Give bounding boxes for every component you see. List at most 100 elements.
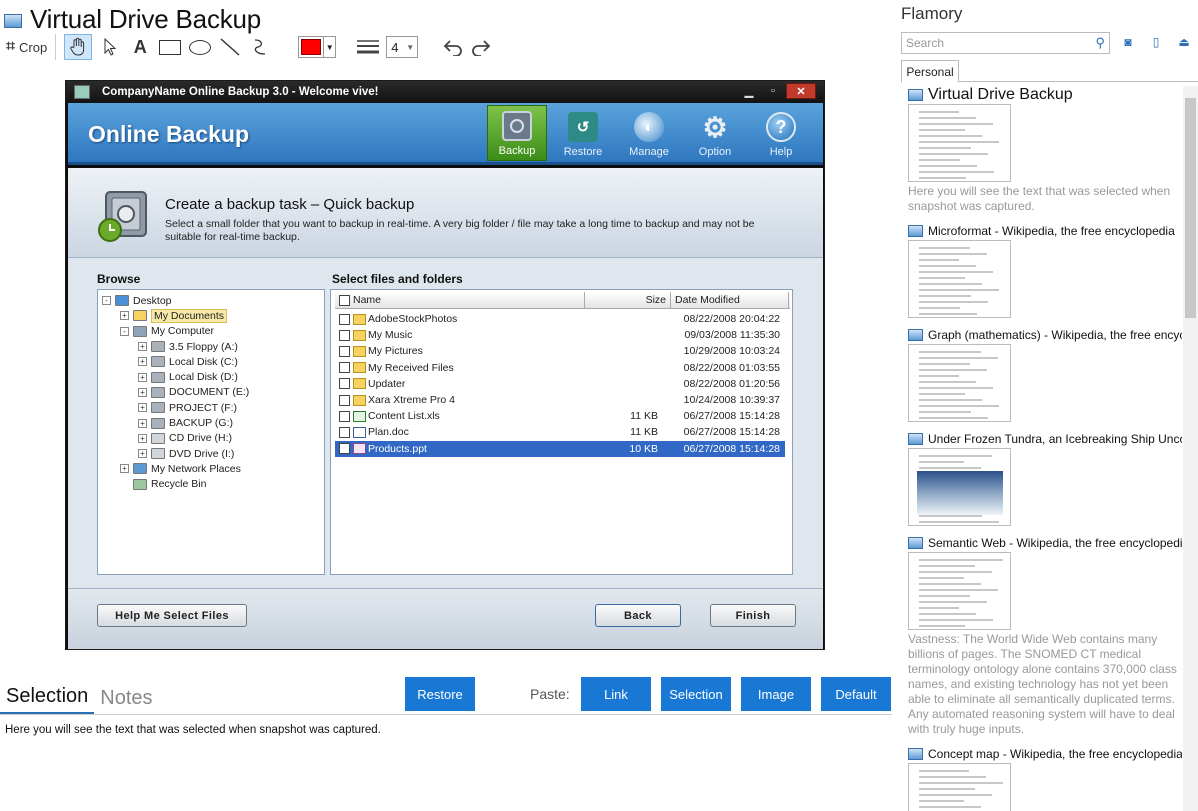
scrollbar[interactable] bbox=[1183, 86, 1198, 811]
folder-tree: - Desktop + My Documents - My Computer +3.5 Fl… bbox=[97, 289, 325, 575]
rectangle-tool-button[interactable] bbox=[158, 34, 182, 60]
paste-default-button[interactable]: Default bbox=[821, 677, 891, 711]
task-heading: Create a backup task – Quick backup bbox=[165, 196, 415, 213]
snapshot-thumbnail[interactable] bbox=[908, 448, 1011, 526]
color-swatch bbox=[301, 39, 322, 55]
freehand-tool-button[interactable] bbox=[248, 34, 272, 60]
line-tool-button[interactable] bbox=[218, 34, 242, 60]
task-header: Create a backup task – Quick backup Sele… bbox=[68, 168, 823, 258]
text-line bbox=[919, 559, 1003, 561]
snapshot-icon bbox=[908, 433, 923, 445]
restore-button[interactable]: Restore bbox=[405, 677, 475, 711]
divider bbox=[0, 714, 892, 715]
text-tool-button[interactable]: A bbox=[128, 34, 152, 60]
page-title: Virtual Drive Backup bbox=[30, 3, 262, 34]
redo-button[interactable] bbox=[470, 34, 494, 60]
text-line bbox=[919, 577, 964, 579]
tree-item-label: PROJECT (F:) bbox=[169, 401, 238, 414]
file-name: Updater bbox=[368, 377, 406, 390]
file-name: My Pictures bbox=[368, 345, 423, 358]
file-row: Products.ppt 10 KB 06/27/2008 15:14:28 bbox=[335, 440, 785, 457]
collapse-icon[interactable]: ⏏ bbox=[1176, 34, 1192, 50]
pointer-tool-button[interactable] bbox=[98, 34, 122, 60]
text-line bbox=[919, 399, 982, 401]
snapshot-thumbnail[interactable] bbox=[908, 552, 1011, 630]
snapshot-item[interactable]: Virtual Drive Backup Here you will see th… bbox=[908, 86, 1182, 214]
snapshot-thumbnail[interactable] bbox=[908, 763, 1011, 811]
snapshot-item[interactable]: Graph (mathematics) - Wikipedia, the fre… bbox=[908, 326, 1182, 422]
text-line bbox=[919, 159, 960, 161]
tree-item-label: BACKUP (G:) bbox=[169, 417, 233, 430]
snapshot-item[interactable]: Under Frozen Tundra, an Icebreaking Ship… bbox=[908, 430, 1182, 526]
tab-notes[interactable]: Notes bbox=[94, 687, 158, 714]
undo-button[interactable] bbox=[440, 34, 464, 60]
search-icon[interactable]: ⚲ bbox=[1095, 35, 1105, 51]
file-date: 08/22/2008 01:03:55 bbox=[683, 361, 780, 374]
text-line bbox=[919, 800, 964, 802]
paste-link-button[interactable]: Link bbox=[581, 677, 651, 711]
scrollbar-thumb[interactable] bbox=[1185, 98, 1196, 318]
text-line bbox=[919, 171, 994, 173]
ship-photo bbox=[917, 471, 1003, 515]
crop-button[interactable]: ⌗ Crop bbox=[6, 34, 47, 60]
tab-personal[interactable]: Personal bbox=[901, 60, 959, 82]
sidebar-title: Flamory bbox=[901, 4, 963, 23]
snapshot-thumbnail[interactable] bbox=[908, 240, 1011, 318]
tree-item: +3.5 Floppy (A:) bbox=[98, 339, 324, 354]
text-line bbox=[919, 369, 987, 371]
app-banner: Online Backup Backup ↺ Restore ◐ Manage … bbox=[68, 103, 823, 165]
crop-label: Crop bbox=[19, 39, 48, 55]
paste-image-button[interactable]: Image bbox=[741, 677, 811, 711]
paste-selection-button[interactable]: Selection bbox=[661, 677, 731, 711]
snapshot-item[interactable]: Concept map - Wikipedia, the free encycl… bbox=[908, 745, 1182, 811]
finish-button: Finish bbox=[710, 604, 796, 627]
text-line bbox=[919, 417, 988, 419]
tree-item: + BACKUP (G:) bbox=[98, 415, 324, 430]
tree-item: + Local Disk (C:) bbox=[98, 354, 324, 369]
checkbox bbox=[339, 329, 350, 341]
snapshot-image[interactable]: CompanyName Online Backup 3.0 - Welcome … bbox=[65, 80, 825, 650]
tree-item-label: My Network Places bbox=[151, 462, 241, 475]
text-line bbox=[919, 387, 993, 389]
file-row: AdobeStockPhotos 08/22/2008 20:04:22 bbox=[335, 311, 785, 327]
text-line bbox=[919, 351, 981, 353]
text-line bbox=[919, 788, 975, 790]
color-picker[interactable]: ▼ bbox=[298, 36, 337, 58]
snapshot-thumbnail[interactable] bbox=[908, 344, 1011, 422]
snapshot-title: Concept map - Wikipedia, the free encycl… bbox=[928, 747, 1182, 761]
ellipse-tool-button[interactable] bbox=[188, 34, 212, 60]
checkbox bbox=[339, 294, 350, 306]
text-line bbox=[919, 411, 971, 413]
text-line bbox=[919, 375, 959, 377]
text-line bbox=[919, 405, 999, 407]
file-date: 10/24/2008 10:39:37 bbox=[683, 394, 780, 407]
text-line bbox=[919, 117, 976, 119]
gear-icon: ⚙ bbox=[702, 111, 728, 143]
text-line bbox=[919, 776, 986, 778]
camera-icon[interactable]: ◙ bbox=[1120, 34, 1136, 50]
page-icon[interactable]: ▯ bbox=[1148, 34, 1164, 50]
search-input[interactable]: Search ⚲ bbox=[901, 32, 1110, 54]
text-line bbox=[919, 265, 976, 267]
snapshot-icon bbox=[908, 537, 923, 549]
snapshot-item[interactable]: Microformat - Wikipedia, the free encycl… bbox=[908, 222, 1182, 318]
expand-icon: + bbox=[138, 433, 147, 443]
text-line bbox=[919, 467, 981, 469]
snapshot-item[interactable]: Semantic Web - Wikipedia, the free encyc… bbox=[908, 534, 1182, 737]
file-row: My Music 09/03/2008 11:35:30 bbox=[335, 327, 785, 343]
main-nav: Backup ↺ Restore ◐ Manage ⚙ Option ? Hel… bbox=[487, 105, 811, 161]
help-icon: ? bbox=[766, 112, 796, 142]
tab-selection[interactable]: Selection bbox=[0, 685, 95, 714]
file-list: Name Size Date Modified AdobeStockPhotos… bbox=[330, 289, 793, 575]
tree-item-label: My Documents bbox=[151, 308, 228, 323]
snapshot-thumbnail[interactable] bbox=[908, 104, 1011, 182]
line-width-select[interactable]: 4 ▼ bbox=[386, 36, 419, 58]
bottom-tabs: Selection Notes bbox=[0, 680, 159, 714]
text-line bbox=[919, 277, 965, 279]
text-line bbox=[919, 253, 987, 255]
hand-tool-button[interactable] bbox=[64, 34, 93, 60]
paste-label: Paste: bbox=[530, 686, 570, 702]
text-line bbox=[919, 521, 999, 523]
text-line bbox=[919, 601, 987, 603]
snapshot-icon bbox=[4, 14, 22, 28]
